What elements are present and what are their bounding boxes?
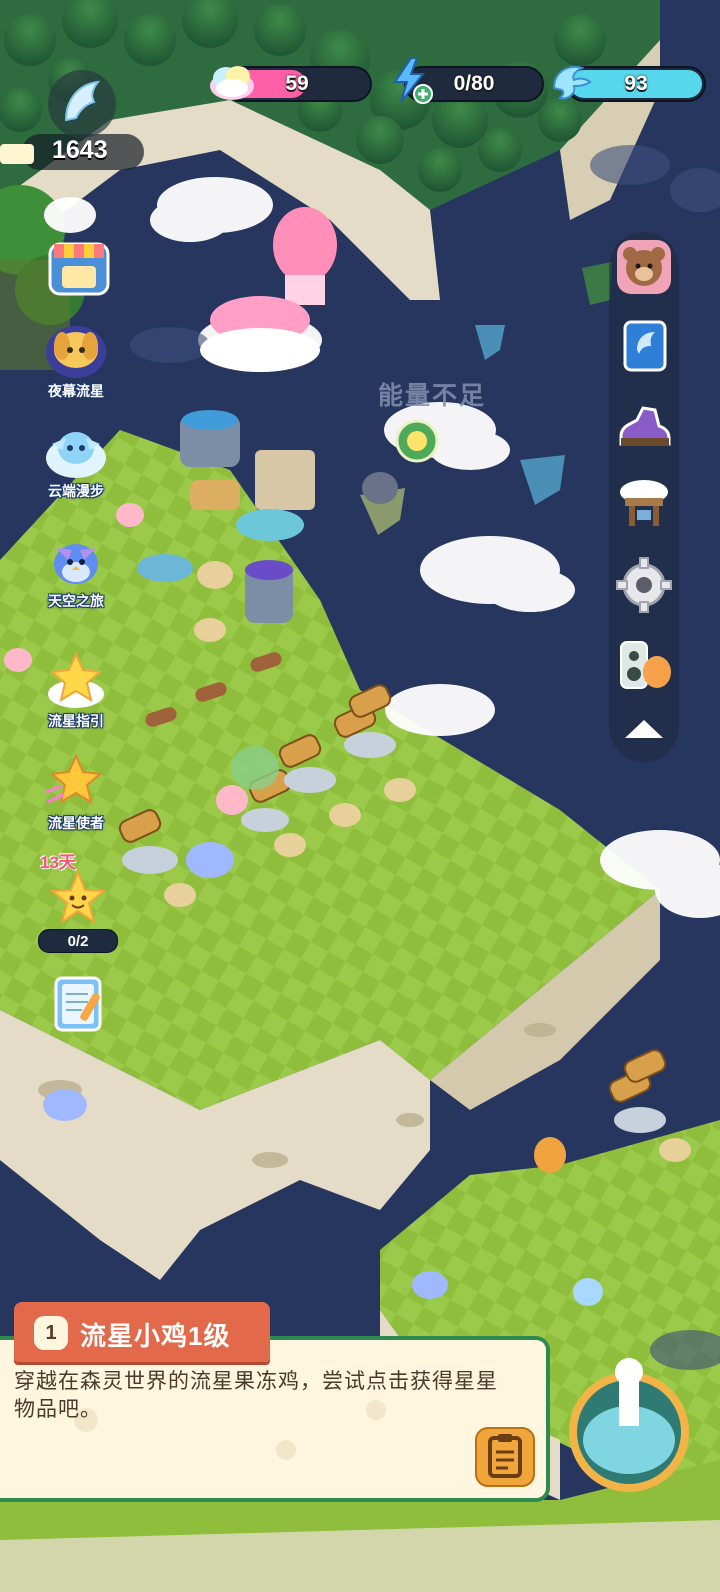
wing-icon [552,66,592,100]
cloud-stall-icon[interactable] [615,476,673,534]
right-side-menu [609,232,679,762]
book-icon[interactable] [615,316,673,374]
feather-icon [48,70,116,138]
feature-cloud-walk[interactable]: 云端漫步 [30,420,122,501]
feature-label: 流星使者 [48,815,104,831]
feature-label: 流星指引 [48,713,104,729]
fountain-building-button[interactable] [568,1372,690,1494]
shoe-icon[interactable] [615,396,673,454]
cloud-bird-icon [46,432,106,478]
notebook-icon[interactable] [48,972,108,1034]
lightning-plus-icon[interactable] [387,56,435,104]
panel-description: 穿越在森灵世界的流星果冻鸡，尝试点击获得星星物品吧。 [14,1370,498,1421]
star-cloud-icon [48,651,104,708]
level-badge: 1 [34,1316,68,1350]
gear-icon[interactable] [615,556,673,614]
shop-icon[interactable] [44,234,114,298]
smiling-star-icon[interactable] [48,870,108,928]
clipboard-button[interactable] [474,1426,536,1488]
speaker-icon[interactable] [615,636,673,694]
event-progress-value: 0/2 [67,932,89,950]
star-messenger-icon [45,753,103,805]
feature-label: 云端漫步 [48,483,104,499]
timer-badge [0,144,34,164]
rainbow-cloud-icon [210,66,254,100]
feature-night-meteor[interactable]: 夜幕流星 [30,320,122,401]
panel-title-tab: 1 流星小鸡1级 [14,1302,270,1362]
collapse-arrow-icon[interactable] [615,702,673,758]
panel-title: 流星小鸡1级 [80,1321,231,1351]
feature-sky-journey[interactable]: 天空之旅 [30,530,122,611]
bear-icon[interactable] [615,238,673,296]
night-dog-icon [46,326,106,378]
level-number: 1 [45,1321,57,1344]
sky-bird-icon [54,544,98,584]
insufficient-energy-text: 能量不足 [378,382,487,410]
feather-currency-value: 1643 [52,136,108,164]
event-progress: 0/2 [38,929,118,953]
feature-meteor-messenger[interactable]: 流星使者 [30,752,122,833]
feature-label: 夜幕流星 [48,383,104,399]
feature-label: 天空之旅 [48,593,104,609]
feature-meteor-guide[interactable]: 流星指引 [30,650,122,731]
game-world[interactable]: 能量不足 59 0/80 93 1643 夜幕流星 云端漫步 天空之旅 流星指引… [0,0,720,1592]
